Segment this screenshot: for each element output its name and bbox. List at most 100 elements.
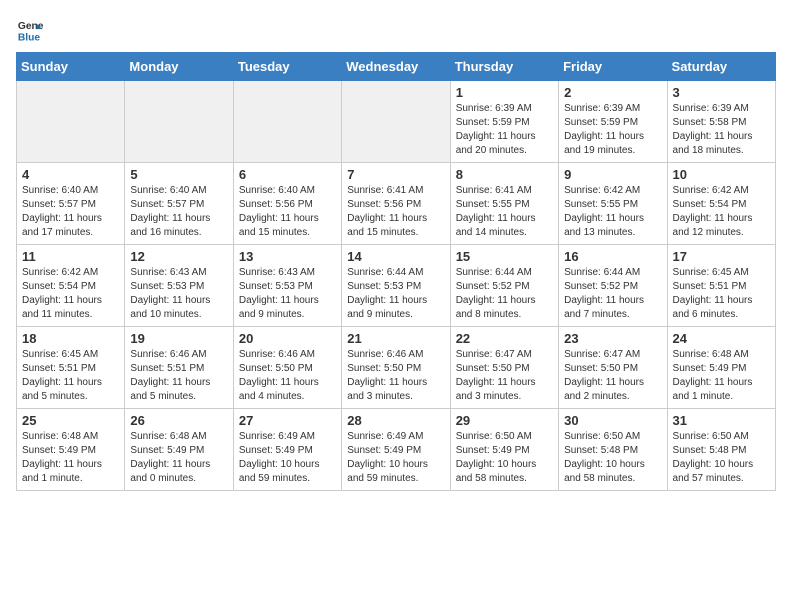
calendar-cell: 26 Sunrise: 6:48 AMSunset: 5:49 PMDaylig…: [125, 409, 233, 491]
header: General Blue: [16, 16, 776, 44]
day-number: 3: [673, 85, 770, 100]
calendar-cell: 24 Sunrise: 6:48 AMSunset: 5:49 PMDaylig…: [667, 327, 775, 409]
calendar-cell: 19 Sunrise: 6:46 AMSunset: 5:51 PMDaylig…: [125, 327, 233, 409]
day-number: 27: [239, 413, 336, 428]
day-number: 17: [673, 249, 770, 264]
day-number: 6: [239, 167, 336, 182]
day-header-tuesday: Tuesday: [233, 53, 341, 81]
logo: General Blue: [16, 16, 48, 44]
svg-text:General: General: [18, 21, 44, 32]
calendar-cell: 27 Sunrise: 6:49 AMSunset: 5:49 PMDaylig…: [233, 409, 341, 491]
day-number: 20: [239, 331, 336, 346]
day-number: 22: [456, 331, 553, 346]
calendar-cell: 3 Sunrise: 6:39 AMSunset: 5:58 PMDayligh…: [667, 81, 775, 163]
day-number: 28: [347, 413, 444, 428]
calendar-cell: 20 Sunrise: 6:46 AMSunset: 5:50 PMDaylig…: [233, 327, 341, 409]
day-info: Sunrise: 6:45 AMSunset: 5:51 PMDaylight:…: [673, 266, 770, 322]
calendar-week-2: 11 Sunrise: 6:42 AMSunset: 5:54 PMDaylig…: [17, 245, 776, 327]
day-info: Sunrise: 6:41 AMSunset: 5:56 PMDaylight:…: [347, 184, 444, 240]
day-info: Sunrise: 6:42 AMSunset: 5:54 PMDaylight:…: [673, 184, 770, 240]
day-number: 15: [456, 249, 553, 264]
day-info: Sunrise: 6:49 AMSunset: 5:49 PMDaylight:…: [239, 430, 336, 486]
day-info: Sunrise: 6:47 AMSunset: 5:50 PMDaylight:…: [456, 348, 553, 404]
calendar-cell: 30 Sunrise: 6:50 AMSunset: 5:48 PMDaylig…: [559, 409, 667, 491]
day-number: 26: [130, 413, 227, 428]
day-number: 12: [130, 249, 227, 264]
calendar-cell: 5 Sunrise: 6:40 AMSunset: 5:57 PMDayligh…: [125, 163, 233, 245]
calendar-week-3: 18 Sunrise: 6:45 AMSunset: 5:51 PMDaylig…: [17, 327, 776, 409]
calendar-cell: 7 Sunrise: 6:41 AMSunset: 5:56 PMDayligh…: [342, 163, 450, 245]
day-info: Sunrise: 6:43 AMSunset: 5:53 PMDaylight:…: [239, 266, 336, 322]
calendar-cell: 21 Sunrise: 6:46 AMSunset: 5:50 PMDaylig…: [342, 327, 450, 409]
calendar-cell: 1 Sunrise: 6:39 AMSunset: 5:59 PMDayligh…: [450, 81, 558, 163]
calendar-cell: 23 Sunrise: 6:47 AMSunset: 5:50 PMDaylig…: [559, 327, 667, 409]
logo-icon: General Blue: [16, 16, 44, 44]
day-info: Sunrise: 6:46 AMSunset: 5:51 PMDaylight:…: [130, 348, 227, 404]
day-info: Sunrise: 6:39 AMSunset: 5:59 PMDaylight:…: [564, 102, 661, 158]
calendar-cell: 11 Sunrise: 6:42 AMSunset: 5:54 PMDaylig…: [17, 245, 125, 327]
day-info: Sunrise: 6:46 AMSunset: 5:50 PMDaylight:…: [347, 348, 444, 404]
calendar-week-0: 1 Sunrise: 6:39 AMSunset: 5:59 PMDayligh…: [17, 81, 776, 163]
calendar-cell: 25 Sunrise: 6:48 AMSunset: 5:49 PMDaylig…: [17, 409, 125, 491]
day-number: 29: [456, 413, 553, 428]
day-info: Sunrise: 6:40 AMSunset: 5:57 PMDaylight:…: [130, 184, 227, 240]
calendar-cell: 8 Sunrise: 6:41 AMSunset: 5:55 PMDayligh…: [450, 163, 558, 245]
day-number: 9: [564, 167, 661, 182]
day-number: 10: [673, 167, 770, 182]
day-info: Sunrise: 6:48 AMSunset: 5:49 PMDaylight:…: [673, 348, 770, 404]
calendar-week-1: 4 Sunrise: 6:40 AMSunset: 5:57 PMDayligh…: [17, 163, 776, 245]
day-number: 19: [130, 331, 227, 346]
calendar-table: SundayMondayTuesdayWednesdayThursdayFrid…: [16, 52, 776, 491]
calendar-cell: 9 Sunrise: 6:42 AMSunset: 5:55 PMDayligh…: [559, 163, 667, 245]
calendar-cell: [125, 81, 233, 163]
day-info: Sunrise: 6:41 AMSunset: 5:55 PMDaylight:…: [456, 184, 553, 240]
day-number: 30: [564, 413, 661, 428]
day-header-thursday: Thursday: [450, 53, 558, 81]
day-header-saturday: Saturday: [667, 53, 775, 81]
day-info: Sunrise: 6:39 AMSunset: 5:58 PMDaylight:…: [673, 102, 770, 158]
day-number: 21: [347, 331, 444, 346]
calendar-cell: 17 Sunrise: 6:45 AMSunset: 5:51 PMDaylig…: [667, 245, 775, 327]
day-info: Sunrise: 6:49 AMSunset: 5:49 PMDaylight:…: [347, 430, 444, 486]
calendar-cell: 22 Sunrise: 6:47 AMSunset: 5:50 PMDaylig…: [450, 327, 558, 409]
calendar-cell: 2 Sunrise: 6:39 AMSunset: 5:59 PMDayligh…: [559, 81, 667, 163]
day-info: Sunrise: 6:40 AMSunset: 5:56 PMDaylight:…: [239, 184, 336, 240]
calendar-cell: 14 Sunrise: 6:44 AMSunset: 5:53 PMDaylig…: [342, 245, 450, 327]
day-info: Sunrise: 6:48 AMSunset: 5:49 PMDaylight:…: [130, 430, 227, 486]
day-number: 25: [22, 413, 119, 428]
calendar-cell: 4 Sunrise: 6:40 AMSunset: 5:57 PMDayligh…: [17, 163, 125, 245]
calendar-cell: 10 Sunrise: 6:42 AMSunset: 5:54 PMDaylig…: [667, 163, 775, 245]
day-number: 18: [22, 331, 119, 346]
day-header-monday: Monday: [125, 53, 233, 81]
calendar-cell: 12 Sunrise: 6:43 AMSunset: 5:53 PMDaylig…: [125, 245, 233, 327]
calendar-cell: 15 Sunrise: 6:44 AMSunset: 5:52 PMDaylig…: [450, 245, 558, 327]
day-info: Sunrise: 6:39 AMSunset: 5:59 PMDaylight:…: [456, 102, 553, 158]
calendar-cell: 6 Sunrise: 6:40 AMSunset: 5:56 PMDayligh…: [233, 163, 341, 245]
day-number: 24: [673, 331, 770, 346]
calendar-cell: 28 Sunrise: 6:49 AMSunset: 5:49 PMDaylig…: [342, 409, 450, 491]
day-number: 11: [22, 249, 119, 264]
day-info: Sunrise: 6:50 AMSunset: 5:48 PMDaylight:…: [673, 430, 770, 486]
day-number: 2: [564, 85, 661, 100]
day-header-sunday: Sunday: [17, 53, 125, 81]
calendar-cell: 13 Sunrise: 6:43 AMSunset: 5:53 PMDaylig…: [233, 245, 341, 327]
day-info: Sunrise: 6:50 AMSunset: 5:49 PMDaylight:…: [456, 430, 553, 486]
svg-text:Blue: Blue: [18, 32, 41, 43]
day-info: Sunrise: 6:43 AMSunset: 5:53 PMDaylight:…: [130, 266, 227, 322]
day-info: Sunrise: 6:44 AMSunset: 5:53 PMDaylight:…: [347, 266, 444, 322]
day-number: 23: [564, 331, 661, 346]
day-info: Sunrise: 6:46 AMSunset: 5:50 PMDaylight:…: [239, 348, 336, 404]
day-info: Sunrise: 6:48 AMSunset: 5:49 PMDaylight:…: [22, 430, 119, 486]
day-header-wednesday: Wednesday: [342, 53, 450, 81]
day-number: 7: [347, 167, 444, 182]
day-header-friday: Friday: [559, 53, 667, 81]
calendar-cell: [233, 81, 341, 163]
calendar-week-4: 25 Sunrise: 6:48 AMSunset: 5:49 PMDaylig…: [17, 409, 776, 491]
calendar-header-row: SundayMondayTuesdayWednesdayThursdayFrid…: [17, 53, 776, 81]
calendar-cell: 16 Sunrise: 6:44 AMSunset: 5:52 PMDaylig…: [559, 245, 667, 327]
day-info: Sunrise: 6:42 AMSunset: 5:54 PMDaylight:…: [22, 266, 119, 322]
day-number: 8: [456, 167, 553, 182]
calendar-cell: 29 Sunrise: 6:50 AMSunset: 5:49 PMDaylig…: [450, 409, 558, 491]
day-info: Sunrise: 6:47 AMSunset: 5:50 PMDaylight:…: [564, 348, 661, 404]
calendar-cell: 31 Sunrise: 6:50 AMSunset: 5:48 PMDaylig…: [667, 409, 775, 491]
